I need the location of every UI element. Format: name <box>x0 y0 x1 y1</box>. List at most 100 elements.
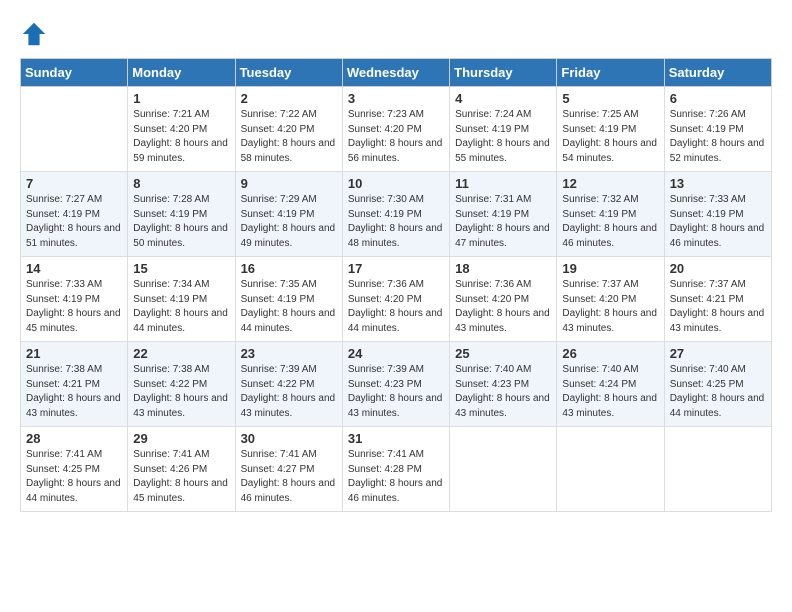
day-info: Sunrise: 7:40 AMSunset: 4:25 PMDaylight:… <box>670 364 765 419</box>
calendar-cell: 17 Sunrise: 7:36 AMSunset: 4:20 PMDaylig… <box>342 257 449 342</box>
day-number: 8 <box>133 176 229 191</box>
day-info: Sunrise: 7:35 AMSunset: 4:19 PMDaylight:… <box>241 279 336 334</box>
day-info: Sunrise: 7:27 AMSunset: 4:19 PMDaylight:… <box>26 194 121 249</box>
day-info: Sunrise: 7:21 AMSunset: 4:20 PMDaylight:… <box>133 109 228 164</box>
day-number: 23 <box>241 346 337 361</box>
day-info: Sunrise: 7:26 AMSunset: 4:19 PMDaylight:… <box>670 109 765 164</box>
calendar-cell: 2 Sunrise: 7:22 AMSunset: 4:20 PMDayligh… <box>235 87 342 172</box>
calendar-cell: 7 Sunrise: 7:27 AMSunset: 4:19 PMDayligh… <box>21 172 128 257</box>
column-header-sunday: Sunday <box>21 59 128 87</box>
day-info: Sunrise: 7:37 AMSunset: 4:20 PMDaylight:… <box>562 279 657 334</box>
calendar-week-row: 1 Sunrise: 7:21 AMSunset: 4:20 PMDayligh… <box>21 87 772 172</box>
day-info: Sunrise: 7:25 AMSunset: 4:19 PMDaylight:… <box>562 109 657 164</box>
day-number: 27 <box>670 346 766 361</box>
page-header <box>20 20 772 48</box>
day-info: Sunrise: 7:41 AMSunset: 4:26 PMDaylight:… <box>133 449 228 504</box>
calendar-cell: 13 Sunrise: 7:33 AMSunset: 4:19 PMDaylig… <box>664 172 771 257</box>
day-number: 13 <box>670 176 766 191</box>
day-number: 3 <box>348 91 444 106</box>
calendar-table: SundayMondayTuesdayWednesdayThursdayFrid… <box>20 58 772 512</box>
calendar-week-row: 7 Sunrise: 7:27 AMSunset: 4:19 PMDayligh… <box>21 172 772 257</box>
day-info: Sunrise: 7:22 AMSunset: 4:20 PMDaylight:… <box>241 109 336 164</box>
logo-icon <box>20 20 48 48</box>
calendar-cell: 6 Sunrise: 7:26 AMSunset: 4:19 PMDayligh… <box>664 87 771 172</box>
calendar-cell: 10 Sunrise: 7:30 AMSunset: 4:19 PMDaylig… <box>342 172 449 257</box>
day-info: Sunrise: 7:37 AMSunset: 4:21 PMDaylight:… <box>670 279 765 334</box>
calendar-cell: 11 Sunrise: 7:31 AMSunset: 4:19 PMDaylig… <box>450 172 557 257</box>
day-number: 5 <box>562 91 658 106</box>
calendar-cell: 18 Sunrise: 7:36 AMSunset: 4:20 PMDaylig… <box>450 257 557 342</box>
calendar-week-row: 14 Sunrise: 7:33 AMSunset: 4:19 PMDaylig… <box>21 257 772 342</box>
day-number: 16 <box>241 261 337 276</box>
calendar-week-row: 21 Sunrise: 7:38 AMSunset: 4:21 PMDaylig… <box>21 342 772 427</box>
day-number: 14 <box>26 261 122 276</box>
day-info: Sunrise: 7:41 AMSunset: 4:25 PMDaylight:… <box>26 449 121 504</box>
day-info: Sunrise: 7:39 AMSunset: 4:23 PMDaylight:… <box>348 364 443 419</box>
calendar-week-row: 28 Sunrise: 7:41 AMSunset: 4:25 PMDaylig… <box>21 427 772 512</box>
day-info: Sunrise: 7:39 AMSunset: 4:22 PMDaylight:… <box>241 364 336 419</box>
column-header-monday: Monday <box>128 59 235 87</box>
calendar-cell: 30 Sunrise: 7:41 AMSunset: 4:27 PMDaylig… <box>235 427 342 512</box>
logo <box>20 20 52 48</box>
calendar-cell <box>450 427 557 512</box>
day-number: 21 <box>26 346 122 361</box>
day-number: 29 <box>133 431 229 446</box>
column-header-tuesday: Tuesday <box>235 59 342 87</box>
calendar-cell: 9 Sunrise: 7:29 AMSunset: 4:19 PMDayligh… <box>235 172 342 257</box>
day-info: Sunrise: 7:40 AMSunset: 4:24 PMDaylight:… <box>562 364 657 419</box>
day-info: Sunrise: 7:31 AMSunset: 4:19 PMDaylight:… <box>455 194 550 249</box>
day-info: Sunrise: 7:36 AMSunset: 4:20 PMDaylight:… <box>348 279 443 334</box>
calendar-cell <box>21 87 128 172</box>
calendar-cell: 27 Sunrise: 7:40 AMSunset: 4:25 PMDaylig… <box>664 342 771 427</box>
calendar-cell: 24 Sunrise: 7:39 AMSunset: 4:23 PMDaylig… <box>342 342 449 427</box>
calendar-cell: 19 Sunrise: 7:37 AMSunset: 4:20 PMDaylig… <box>557 257 664 342</box>
day-number: 11 <box>455 176 551 191</box>
calendar-cell: 29 Sunrise: 7:41 AMSunset: 4:26 PMDaylig… <box>128 427 235 512</box>
day-number: 30 <box>241 431 337 446</box>
column-header-saturday: Saturday <box>664 59 771 87</box>
day-info: Sunrise: 7:41 AMSunset: 4:28 PMDaylight:… <box>348 449 443 504</box>
calendar-cell: 16 Sunrise: 7:35 AMSunset: 4:19 PMDaylig… <box>235 257 342 342</box>
calendar-cell: 15 Sunrise: 7:34 AMSunset: 4:19 PMDaylig… <box>128 257 235 342</box>
day-number: 15 <box>133 261 229 276</box>
calendar-cell <box>664 427 771 512</box>
day-info: Sunrise: 7:28 AMSunset: 4:19 PMDaylight:… <box>133 194 228 249</box>
calendar-cell: 31 Sunrise: 7:41 AMSunset: 4:28 PMDaylig… <box>342 427 449 512</box>
calendar-cell: 25 Sunrise: 7:40 AMSunset: 4:23 PMDaylig… <box>450 342 557 427</box>
day-number: 28 <box>26 431 122 446</box>
day-number: 7 <box>26 176 122 191</box>
day-info: Sunrise: 7:29 AMSunset: 4:19 PMDaylight:… <box>241 194 336 249</box>
day-number: 12 <box>562 176 658 191</box>
day-number: 1 <box>133 91 229 106</box>
calendar-cell: 28 Sunrise: 7:41 AMSunset: 4:25 PMDaylig… <box>21 427 128 512</box>
day-number: 10 <box>348 176 444 191</box>
calendar-cell: 26 Sunrise: 7:40 AMSunset: 4:24 PMDaylig… <box>557 342 664 427</box>
day-info: Sunrise: 7:38 AMSunset: 4:22 PMDaylight:… <box>133 364 228 419</box>
calendar-cell: 4 Sunrise: 7:24 AMSunset: 4:19 PMDayligh… <box>450 87 557 172</box>
calendar-cell: 12 Sunrise: 7:32 AMSunset: 4:19 PMDaylig… <box>557 172 664 257</box>
calendar-cell: 3 Sunrise: 7:23 AMSunset: 4:20 PMDayligh… <box>342 87 449 172</box>
column-header-friday: Friday <box>557 59 664 87</box>
column-header-thursday: Thursday <box>450 59 557 87</box>
day-info: Sunrise: 7:23 AMSunset: 4:20 PMDaylight:… <box>348 109 443 164</box>
day-number: 9 <box>241 176 337 191</box>
day-number: 31 <box>348 431 444 446</box>
day-number: 26 <box>562 346 658 361</box>
calendar-cell: 20 Sunrise: 7:37 AMSunset: 4:21 PMDaylig… <box>664 257 771 342</box>
day-info: Sunrise: 7:36 AMSunset: 4:20 PMDaylight:… <box>455 279 550 334</box>
calendar-cell: 5 Sunrise: 7:25 AMSunset: 4:19 PMDayligh… <box>557 87 664 172</box>
day-number: 24 <box>348 346 444 361</box>
calendar-cell: 23 Sunrise: 7:39 AMSunset: 4:22 PMDaylig… <box>235 342 342 427</box>
day-number: 22 <box>133 346 229 361</box>
day-info: Sunrise: 7:40 AMSunset: 4:23 PMDaylight:… <box>455 364 550 419</box>
day-info: Sunrise: 7:41 AMSunset: 4:27 PMDaylight:… <box>241 449 336 504</box>
column-header-wednesday: Wednesday <box>342 59 449 87</box>
day-info: Sunrise: 7:38 AMSunset: 4:21 PMDaylight:… <box>26 364 121 419</box>
day-info: Sunrise: 7:24 AMSunset: 4:19 PMDaylight:… <box>455 109 550 164</box>
day-number: 25 <box>455 346 551 361</box>
calendar-cell: 22 Sunrise: 7:38 AMSunset: 4:22 PMDaylig… <box>128 342 235 427</box>
day-number: 20 <box>670 261 766 276</box>
calendar-cell: 21 Sunrise: 7:38 AMSunset: 4:21 PMDaylig… <box>21 342 128 427</box>
day-number: 4 <box>455 91 551 106</box>
day-info: Sunrise: 7:34 AMSunset: 4:19 PMDaylight:… <box>133 279 228 334</box>
